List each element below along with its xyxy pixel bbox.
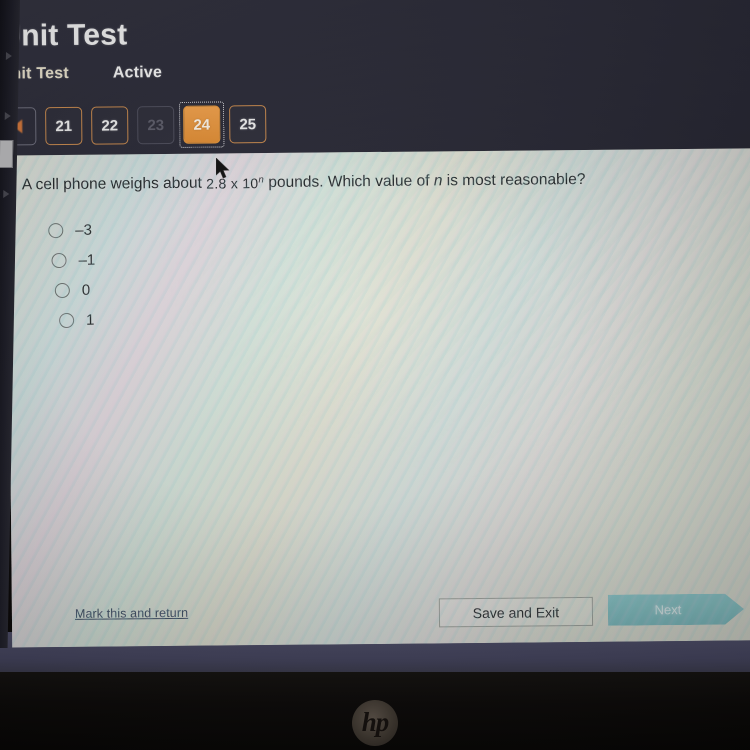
option-row[interactable]: 0 [54,275,96,305]
option-row[interactable]: –1 [51,245,95,275]
mark-this-and-return-link[interactable]: Mark this and return [75,606,188,621]
scientific-exponent: n [258,174,265,186]
question-scientific-notation: 2.8 x 10n [206,174,265,192]
next-button[interactable]: Next [608,593,744,625]
radio-button-icon[interactable] [59,312,75,328]
hp-logo-text: hp [361,706,390,737]
radio-button-icon[interactable] [48,222,64,238]
question-button-24[interactable]: 24 [183,105,221,144]
question-button-22[interactable]: 22 [91,106,129,145]
question-button-23: 23 [137,105,175,145]
panel-vignette [7,148,750,648]
option-label: –1 [78,251,96,269]
unit-test-app: Unit Test Unit Test Active 21 22 23 24 2… [0,0,750,648]
option-label: –3 [75,221,93,239]
radio-button-icon[interactable] [54,282,70,298]
tab-bar: Unit Test Active [0,64,162,84]
option-row[interactable]: –3 [48,215,95,245]
question-button-21[interactable]: 21 [45,106,83,146]
app-header: Unit Test Unit Test Active 21 22 23 24 2… [0,0,750,156]
tab-active[interactable]: Active [113,64,162,82]
radio-button-icon[interactable] [51,252,67,268]
mouse-cursor-icon [216,158,230,179]
laptop-screen-photo: Unit Test Unit Test Active 21 22 23 24 2… [0,0,750,750]
option-label: 0 [81,281,91,299]
question-text: A cell phone weighs about 2.8 x 10n poun… [22,169,722,195]
question-pager: 21 22 23 24 25 [0,105,267,146]
question-text-before: A cell phone weighs about [21,174,202,194]
question-text-after: is most reasonable? [446,170,586,190]
save-and-exit-button[interactable]: Save and Exit [438,596,594,628]
hp-logo: hp [352,700,398,746]
scientific-mantissa: 2.8 x 10 [206,175,259,192]
option-row[interactable]: 1 [59,305,96,335]
question-text-mid: pounds. Which value of [268,172,430,192]
question-button-25[interactable]: 25 [229,105,267,144]
answer-options: –3 –1 0 1 [48,215,96,335]
moire-overlay-secondary [7,148,750,648]
question-variable: n [433,172,443,190]
question-panel: A cell phone weighs about 2.8 x 10n poun… [7,148,750,648]
moire-overlay [7,148,750,648]
option-label: 1 [86,311,95,329]
